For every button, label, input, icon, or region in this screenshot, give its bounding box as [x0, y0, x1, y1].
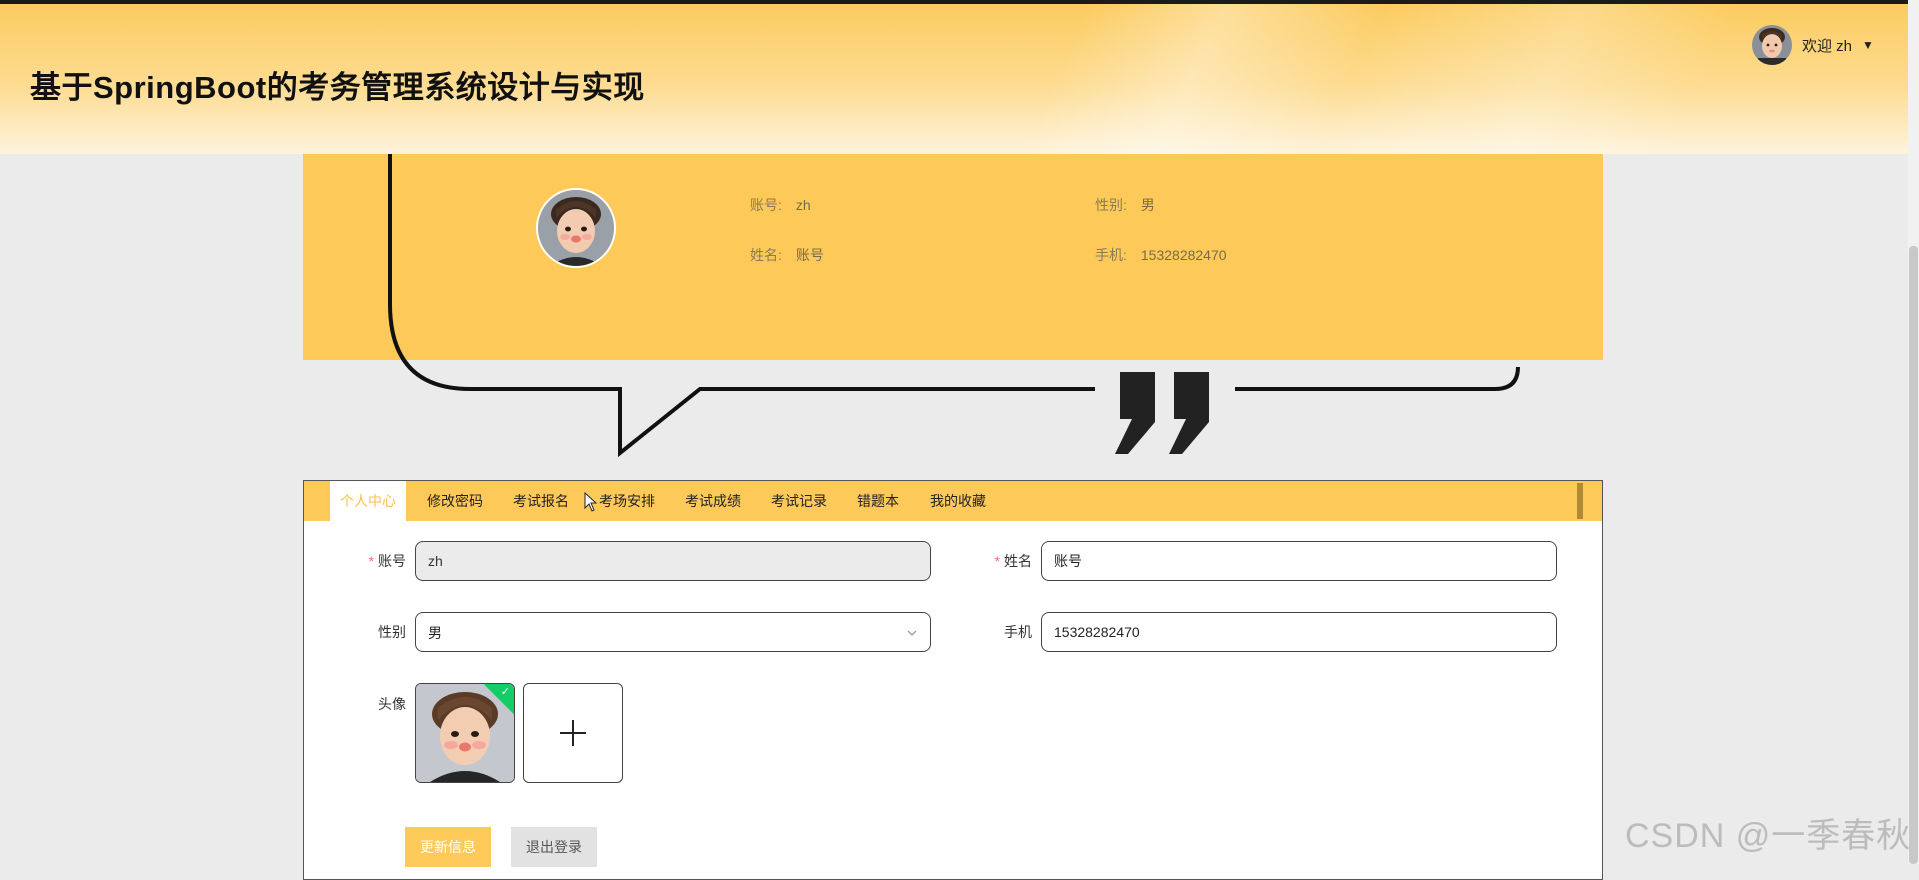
name-field-label: * 姓名 [994, 553, 1032, 569]
site-title: 基于SpringBoot的考务管理系统设计与实现 [30, 70, 645, 105]
required-mark: * [368, 553, 374, 569]
profile-account: 账号: zh [750, 195, 811, 215]
profile-gender-value: 男 [1140, 197, 1155, 213]
profile-phone-label: 手机: [1095, 247, 1127, 263]
tab-exam-arrangement[interactable]: 考场安排 [599, 481, 655, 521]
profile-account-label: 账号: [750, 197, 782, 213]
profile-avatar [536, 188, 616, 268]
phone-field-label: 手机 [1004, 624, 1032, 640]
user-menu[interactable]: 欢迎 zh ▼ [1752, 24, 1874, 66]
mouse-cursor-icon [584, 492, 598, 512]
tab-change-password[interactable]: 修改密码 [427, 481, 483, 521]
user-center-panel: 个人中心 修改密码 考试报名 考场安排 考试成绩 考试记录 错题本 我的收藏 [303, 480, 1603, 880]
chevron-down-icon [907, 630, 917, 636]
profile-phone: 手机: 15328282470 [1095, 245, 1227, 265]
gender-field-label: 性别 [378, 624, 406, 640]
tab-exam-registration[interactable]: 考试报名 [513, 481, 569, 521]
profile-gender: 性别: 男 [1095, 195, 1155, 215]
scrollbar-thumb[interactable] [1909, 246, 1918, 864]
profile-name: 姓名: 账号 [750, 245, 824, 265]
upload-avatar-button[interactable] [523, 683, 623, 783]
plus-icon [560, 720, 586, 746]
logout-button[interactable]: 退出登录 [511, 827, 597, 867]
name-input[interactable] [1041, 541, 1557, 581]
account-field-label: * 账号 [368, 553, 406, 569]
csdn-watermark: CSDN @一季春秋 [1625, 817, 1912, 855]
account-input[interactable] [415, 541, 931, 581]
tab-wrong-questions[interactable]: 错题本 [857, 481, 899, 521]
quote-icon [1115, 372, 1209, 454]
profile-gender-label: 性别: [1095, 197, 1127, 213]
gender-select-value: 男 [428, 625, 442, 641]
profile-name-label: 姓名: [750, 247, 782, 263]
check-icon: ✓ [500, 686, 510, 698]
tab-my-favorites[interactable]: 我的收藏 [930, 481, 986, 521]
gender-select[interactable]: 男 [415, 612, 931, 652]
uploaded-avatar[interactable]: ✓ [415, 683, 515, 783]
profile-account-value: zh [795, 197, 811, 213]
tab-personal-center[interactable]: 个人中心 [330, 481, 406, 521]
site-header: 基于SpringBoot的考务管理系统设计与实现 [0, 4, 1908, 154]
phone-input[interactable] [1041, 612, 1557, 652]
profile-phone-value: 15328282470 [1140, 247, 1227, 263]
tab-exam-records[interactable]: 考试记录 [771, 481, 827, 521]
tab-bar-edge [1577, 483, 1583, 519]
tab-exam-scores[interactable]: 考试成绩 [685, 481, 741, 521]
required-mark: * [994, 553, 1000, 569]
tab-bar: 个人中心 修改密码 考试报名 考场安排 考试成绩 考试记录 错题本 我的收藏 [304, 481, 1602, 521]
user-avatar [1752, 25, 1792, 65]
profile-name-value: 账号 [795, 247, 824, 263]
caret-down-icon: ▼ [1862, 38, 1874, 52]
avatar-field-label: 头像 [378, 696, 406, 712]
update-info-button[interactable]: 更新信息 [405, 827, 491, 867]
welcome-text: 欢迎 zh [1802, 37, 1853, 55]
